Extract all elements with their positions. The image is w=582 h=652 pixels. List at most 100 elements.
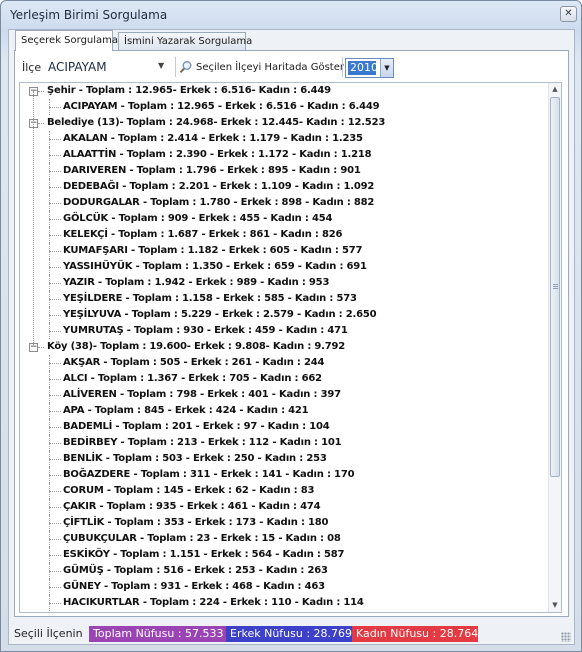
tree-leaf-node[interactable]: AKŞAR - Toplam : 505 - Erkek : 261 - Kad… xyxy=(20,355,550,371)
tree-connector xyxy=(49,99,50,115)
tree-node-label: KELEKÇİ - Toplam : 1.687 - Erkek : 861 -… xyxy=(63,229,343,240)
tree-connector xyxy=(49,323,50,339)
tree-leaf-node[interactable]: CORUM - Toplam : 145 - Erkek : 62 - Kadı… xyxy=(20,483,550,499)
tree-leaf-node[interactable]: BADEMLİ - Toplam : 201 - Erkek : 97 - Ka… xyxy=(20,419,550,435)
tree-leaf-node[interactable]: ÇUBUKÇULAR - Toplam : 23 - Erkek : 15 - … xyxy=(20,531,550,547)
tree-leaf-node[interactable]: DEDEBAĞI - Toplam : 2.201 - Erkek : 1.10… xyxy=(20,179,550,195)
tree-leaf-node[interactable]: YUMRUTAŞ - Toplam : 930 - Erkek : 459 - … xyxy=(20,323,550,339)
tree-leaf-node[interactable]: YEŞİLYUVA - Toplam : 5.229 - Erkek : 2.5… xyxy=(20,307,550,323)
tree-leaf-node[interactable]: YEŞİLDERE - Toplam : 1.158 - Erkek : 585… xyxy=(20,291,550,307)
tree-node-label: APA - Toplam : 845 - Erkek : 424 - Kadın… xyxy=(63,405,309,416)
tree-connector xyxy=(49,131,50,147)
tree-node-label: YAZIR - Toplam : 1.942 - Erkek : 989 - K… xyxy=(63,277,330,288)
show-on-map-button[interactable]: Seçilen İlçeyi Haritada Göster xyxy=(179,58,344,76)
title-bar[interactable]: Yerleşim Birimi Sorgulama ✕ xyxy=(1,1,581,29)
show-on-map-label: Seçilen İlçeyi Haritada Göster xyxy=(196,61,344,73)
tree-leaf-node[interactable]: YAZIR - Toplam : 1.942 - Erkek : 989 - K… xyxy=(20,275,550,291)
tree-leaf-node[interactable]: ACIPAYAM - Toplam : 12.965 - Erkek : 6.5… xyxy=(20,99,550,115)
tree-leaf-node[interactable]: BOĞAZDERE - Toplam : 311 - Erkek : 141 -… xyxy=(20,467,550,483)
tree-connector xyxy=(49,491,61,492)
tree-leaf-node[interactable]: KELEKÇİ - Toplam : 1.687 - Erkek : 861 -… xyxy=(20,227,550,243)
tree-connector xyxy=(49,203,61,204)
female-population-badge: Kadın Nüfusu : 28.764 xyxy=(352,626,478,642)
tree-rows: − Şehir - Toplam : 12.965- Erkek : 6.516-… xyxy=(20,83,550,611)
tree-connector xyxy=(49,267,61,268)
query-window: Yerleşim Birimi Sorgulama ✕ Seçerek Sorg… xyxy=(0,0,582,652)
tree-connector xyxy=(49,603,61,604)
settlement-tree[interactable]: − Şehir - Toplam : 12.965- Erkek : 6.516-… xyxy=(19,82,562,613)
tree-leaf-node[interactable]: GÜMÜŞ - Toplam : 516 - Erkek : 253 - Kad… xyxy=(20,563,550,579)
status-bar: Seçili İlçenin Toplam Nüfusu : 57.533 Er… xyxy=(9,624,574,644)
tab-select-query[interactable]: Seçerek Sorgulama xyxy=(15,30,118,51)
tree-leaf-node[interactable]: ALİVEREN - Toplam : 798 - Erkek : 401 - … xyxy=(20,387,550,403)
tab-name-query[interactable]: İsmini Yazarak Sorgulama xyxy=(118,32,252,50)
tree-connector xyxy=(49,163,50,179)
close-button[interactable]: ✕ xyxy=(560,6,577,22)
tree-connector xyxy=(49,539,61,540)
status-label: Seçili İlçenin xyxy=(14,627,83,640)
tree-leaf-node[interactable]: GÖLCÜK - Toplam : 909 - Erkek : 455 - Ka… xyxy=(20,211,550,227)
tree-leaf-node[interactable]: ÇİFTLİK - Toplam : 353 - Erkek : 173 - K… xyxy=(20,515,550,531)
window-title: Yerleşim Birimi Sorgulama xyxy=(10,8,168,22)
tree-connector xyxy=(49,171,61,172)
tree-leaf-node[interactable]: ALCI - Toplam : 1.367 - Erkek : 705 - Ka… xyxy=(20,371,550,387)
tree-connector xyxy=(49,299,61,300)
scroll-up-arrow-icon[interactable]: ▲ xyxy=(549,83,561,96)
tree-node-label: ALİVEREN - Toplam : 798 - Erkek : 401 - … xyxy=(63,389,341,400)
ilce-dropdown[interactable]: ACIPAYAM xyxy=(48,60,107,74)
tree-connector xyxy=(49,563,50,579)
tree-leaf-node[interactable]: DARIVEREN - Toplam : 1.796 - Erkek : 895… xyxy=(20,163,550,179)
tree-node-label: BADEMLİ - Toplam : 201 - Erkek : 97 - Ka… xyxy=(63,421,330,432)
tree-connector xyxy=(49,587,61,588)
scrollbar-thumb[interactable] xyxy=(550,97,560,477)
tree-leaf-node[interactable]: APA - Toplam : 845 - Erkek : 424 - Kadın… xyxy=(20,403,550,419)
vertical-scrollbar[interactable]: ▲ ▼ xyxy=(548,83,561,612)
chevron-down-icon[interactable]: ▼ xyxy=(380,59,393,77)
tree-connector xyxy=(49,275,50,291)
tree-group-node[interactable]: − Belediye (13)- Toplam : 24.968- Erkek :… xyxy=(20,115,550,131)
tree-leaf-node[interactable]: ESKİKÖY - Toplam : 1.151 - Erkek : 564 -… xyxy=(20,547,550,563)
resize-grip-icon[interactable] xyxy=(561,632,571,642)
tree-connector xyxy=(49,363,61,364)
tab-panel: İlçe ACIPAYAM ▼ Seçilen İlçeyi Haritada … xyxy=(14,50,569,617)
tree-connector xyxy=(38,347,44,348)
tree-node-label: BENLİK - Toplam : 503 - Erkek : 250 - Ka… xyxy=(63,453,327,464)
tree-connector xyxy=(49,483,50,499)
tree-connector xyxy=(49,443,61,444)
tree-node-label: YASSIHÜYÜK - Toplam : 1.350 - Erkek : 65… xyxy=(63,261,367,272)
tree-leaf-node[interactable]: BEDİRBEY - Toplam : 213 - Erkek : 112 - … xyxy=(20,435,550,451)
tree-connector xyxy=(49,179,50,195)
tree-connector xyxy=(49,379,61,380)
tree-leaf-node[interactable]: ALAATTİN - Toplam : 2.390 - Erkek : 1.17… xyxy=(20,147,550,163)
tree-leaf-node[interactable]: ÇAKIR - Toplam : 935 - Erkek : 461 - Kad… xyxy=(20,499,550,515)
tree-leaf-node[interactable]: GÜNEY - Toplam : 931 - Erkek : 468 - Kad… xyxy=(20,579,550,595)
tree-node-label: DODURGALAR - Toplam : 1.780 - Erkek : 89… xyxy=(63,197,375,208)
tree-node-label: ALAATTİN - Toplam : 2.390 - Erkek : 1.17… xyxy=(63,149,372,160)
tree-node-label: HACIKURTLAR - Toplam : 224 - Erkek : 110… xyxy=(63,597,364,608)
tree-connector xyxy=(49,307,50,323)
tree-node-label: ACIPAYAM - Toplam : 12.965 - Erkek : 6.5… xyxy=(63,101,380,112)
tree-connector xyxy=(49,107,61,108)
tree-group-node[interactable]: − Şehir - Toplam : 12.965- Erkek : 6.516-… xyxy=(20,83,550,99)
tree-leaf-node[interactable]: KUMAFŞARI - Toplam : 1.182 - Erkek : 605… xyxy=(20,243,550,259)
tree-connector xyxy=(49,571,61,572)
scroll-down-arrow-icon[interactable]: ▼ xyxy=(549,599,561,612)
total-population-badge: Toplam Nüfusu : 57.533 xyxy=(89,626,226,642)
tree-leaf-node[interactable]: BENLİK - Toplam : 503 - Erkek : 250 - Ka… xyxy=(20,451,550,467)
tree-connector xyxy=(49,555,61,556)
tree-leaf-node[interactable]: DODURGALAR - Toplam : 1.780 - Erkek : 89… xyxy=(20,195,550,211)
year-select[interactable]: 2010 ▼ xyxy=(345,58,394,78)
tree-connector xyxy=(49,475,61,476)
tree-node-label: Belediye (13)- Toplam : 24.968- Erkek : … xyxy=(47,117,386,128)
tree-node-label: Şehir - Toplam : 12.965- Erkek : 6.516- … xyxy=(47,85,331,96)
tree-group-node[interactable]: − Köy (38)- Toplam : 19.600- Erkek : 9.80… xyxy=(20,339,550,355)
chevron-down-icon[interactable]: ▼ xyxy=(158,61,164,70)
tree-connector xyxy=(49,291,50,307)
tree-leaf-node[interactable]: YASSIHÜYÜK - Toplam : 1.350 - Erkek : 65… xyxy=(20,259,550,275)
tree-connector xyxy=(49,251,61,252)
tree-connector xyxy=(49,387,50,403)
tree-connector xyxy=(49,451,50,467)
tree-leaf-node[interactable]: AKALAN - Toplam : 2.414 - Erkek : 1.179 … xyxy=(20,131,550,147)
tree-connector xyxy=(49,235,61,236)
tree-leaf-node[interactable]: HACIKURTLAR - Toplam : 224 - Erkek : 110… xyxy=(20,595,550,611)
